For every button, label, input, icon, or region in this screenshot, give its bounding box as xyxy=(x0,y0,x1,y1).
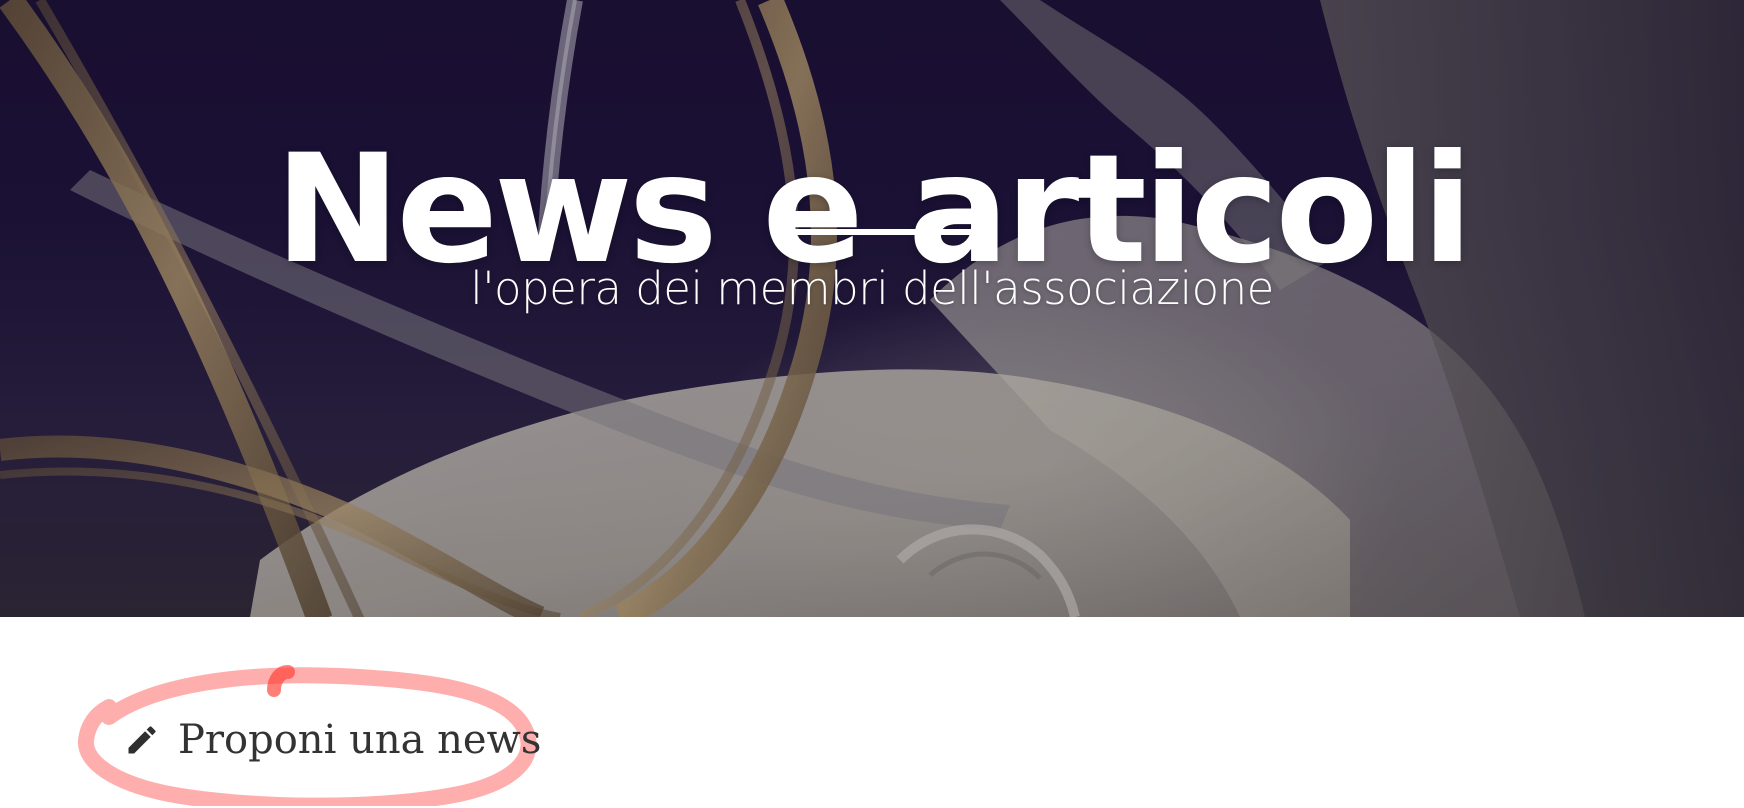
propose-news-label: Proponi una news xyxy=(178,717,542,763)
title-divider xyxy=(774,229,974,235)
propose-news-button[interactable]: Proponi una news xyxy=(122,720,541,760)
pencil-icon xyxy=(122,720,162,760)
page-subtitle: l'opera dei membri dell'associazione xyxy=(470,262,1274,315)
page: News e articoli l'opera dei membri dell'… xyxy=(0,0,1744,808)
hero-banner: News e articoli l'opera dei membri dell'… xyxy=(0,0,1744,617)
